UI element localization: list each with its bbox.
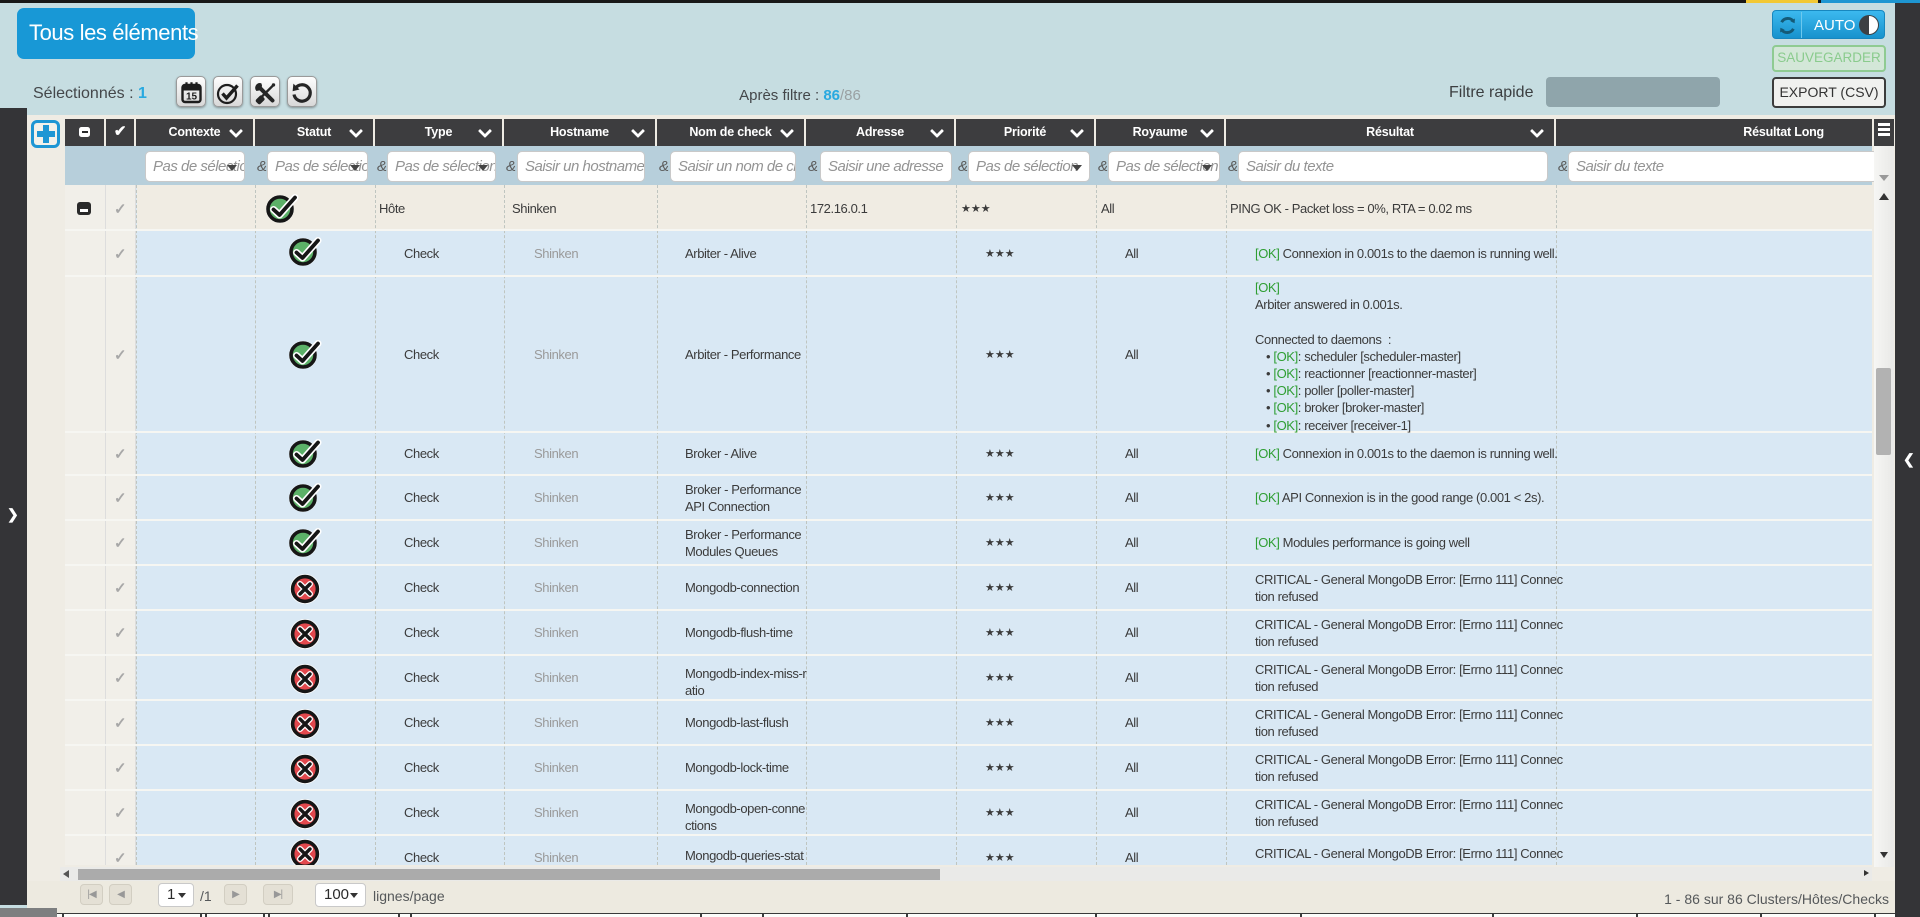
svg-text:15: 15	[185, 92, 197, 103]
